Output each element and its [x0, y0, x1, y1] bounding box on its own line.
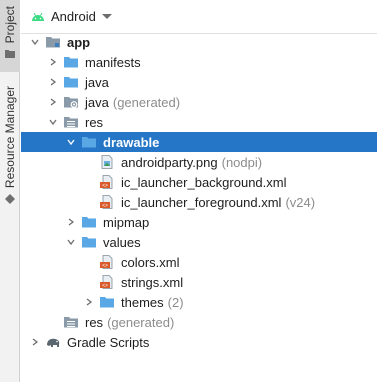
res-folder-icon — [63, 315, 79, 329]
xml-file-icon: <> — [99, 255, 115, 269]
svg-text:<>: <> — [102, 203, 108, 209]
tree-item-qualifier: (generated) — [112, 94, 181, 110]
chevron-down-icon[interactable] — [65, 236, 77, 248]
tree-item-qualifier: (v24) — [285, 194, 316, 210]
res-folder-icon — [63, 115, 79, 129]
project-view-title: Android — [51, 9, 96, 24]
project-tool-tab[interactable]: Project — [0, 0, 20, 72]
folder-icon — [81, 135, 97, 149]
project-view-header[interactable]: Android — [21, 0, 377, 34]
tree-item-label: res — [85, 114, 104, 130]
tree-item-java[interactable]: java — [21, 72, 377, 92]
chevron-down-icon[interactable] — [29, 36, 41, 48]
tool-window-strip: Project Resource Manager — [0, 0, 20, 382]
folder-icon — [81, 235, 97, 249]
chevron-down-icon[interactable] — [47, 116, 59, 128]
xml-file-icon: <> — [99, 195, 115, 209]
tree-item-label: themes — [121, 294, 164, 310]
tree-item-label: drawable — [103, 134, 160, 150]
gradle-elephant-icon — [45, 335, 61, 349]
image-file-icon — [99, 155, 115, 169]
tree-item-strings-xml[interactable]: <> strings.xml — [21, 272, 377, 292]
folder-icon — [63, 75, 79, 89]
chevron-right-icon[interactable] — [47, 76, 59, 88]
chevron-right-icon[interactable] — [83, 296, 95, 308]
tree-item-label: java — [85, 74, 109, 90]
tree-item-label: app — [67, 34, 91, 50]
tree-item-ic-launcher-background-xml[interactable]: <> ic_launcher_background.xml — [21, 172, 377, 192]
tree-item-label: ic_launcher_background.xml — [121, 174, 287, 190]
tree-item-label: values — [103, 234, 141, 250]
tree-item-values[interactable]: values — [21, 232, 377, 252]
generated-folder-icon — [63, 95, 79, 109]
tree-item-label: androidparty.png — [121, 154, 218, 170]
chevron-right-icon[interactable] — [47, 56, 59, 68]
xml-file-icon: <> — [99, 175, 115, 189]
tree-item-java[interactable]: java (generated) — [21, 92, 377, 112]
tree-item-label: res — [85, 314, 104, 330]
tree-item-label: manifests — [85, 54, 141, 70]
tree-item-mipmap[interactable]: mipmap — [21, 212, 377, 232]
tree-item-manifests[interactable]: manifests — [21, 52, 377, 72]
tree-item-drawable[interactable]: drawable — [21, 132, 377, 152]
tree-item-res[interactable]: res — [21, 112, 377, 132]
tree-item-label: strings.xml — [121, 274, 184, 290]
tree-item-colors-xml[interactable]: <> colors.xml — [21, 252, 377, 272]
tree-item-gradle-scripts[interactable]: Gradle Scripts — [21, 332, 377, 352]
tree-item-label: mipmap — [103, 214, 150, 230]
tree-item-label: Gradle Scripts — [67, 334, 150, 350]
chevron-right-icon[interactable] — [47, 96, 59, 108]
project-tree: app manifests java java (generated) res drawab… — [21, 32, 377, 352]
tree-item-ic-launcher-foreground-xml[interactable]: <> ic_launcher_foreground.xml (v24) — [21, 192, 377, 212]
project-tab-label: Project — [3, 6, 17, 44]
tree-item-label: colors.xml — [121, 254, 180, 270]
resource-manager-tab-label: Resource Manager — [3, 86, 17, 189]
tree-item-app[interactable]: app — [21, 32, 377, 52]
svg-text:<>: <> — [102, 263, 108, 269]
folder-icon — [5, 50, 15, 59]
tree-item-qualifier: (2) — [167, 294, 184, 310]
tree-item-androidparty-png[interactable]: androidparty.png (nodpi) — [21, 152, 377, 172]
folder-icon — [99, 295, 115, 309]
android-icon — [32, 12, 44, 21]
tree-item-themes[interactable]: themes (2) — [21, 292, 377, 312]
resource-manager-tool-tab[interactable]: Resource Manager — [0, 82, 20, 208]
svg-text:<>: <> — [102, 183, 108, 189]
chevron-down-icon[interactable] — [101, 14, 112, 19]
module-folder-icon — [45, 35, 61, 49]
resource-manager-icon — [5, 194, 15, 205]
folder-icon — [81, 215, 97, 229]
tree-item-qualifier: (nodpi) — [221, 154, 263, 170]
tree-item-label: java — [85, 94, 109, 110]
svg-text:<>: <> — [102, 283, 108, 289]
chevron-right-icon[interactable] — [65, 216, 77, 228]
tree-item-res[interactable]: res (generated) — [21, 312, 377, 332]
xml-file-icon: <> — [99, 275, 115, 289]
chevron-down-icon[interactable] — [65, 136, 77, 148]
folder-icon — [63, 55, 79, 69]
tree-item-label: ic_launcher_foreground.xml — [121, 194, 282, 210]
chevron-right-icon[interactable] — [29, 336, 41, 348]
tree-item-qualifier: (generated) — [107, 314, 175, 330]
